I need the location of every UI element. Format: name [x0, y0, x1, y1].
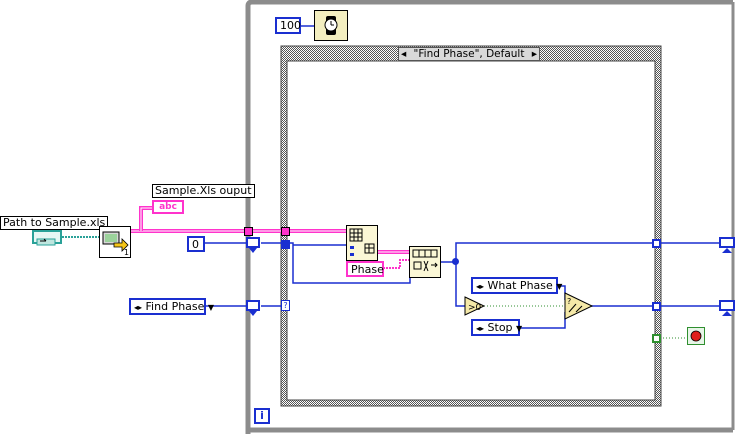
wristwatch-icon — [324, 16, 338, 35]
case-next-icon[interactable]: ▸ — [532, 48, 537, 60]
enum-arrows-icon: ◂▸ — [476, 324, 485, 333]
zero-constant[interactable]: 0 — [187, 236, 205, 252]
block-diagram-wires — [62, 0, 735, 434]
dropdown-arrow-icon[interactable]: ▼ — [556, 282, 562, 291]
down-arrow-icon — [249, 248, 257, 253]
wait-constant-value: 100 — [280, 19, 301, 32]
dropdown-arrow-icon[interactable]: ▼ — [516, 324, 522, 333]
case-selector-label: "Find Phase", Default — [413, 48, 525, 60]
case-structure-frame[interactable] — [280, 45, 662, 407]
select-node[interactable]: ? — [564, 292, 594, 320]
find-phase-enum[interactable]: ◂▸ Find Phase ▼ — [129, 298, 214, 315]
enum-arrows-icon: ◂▸ — [476, 282, 485, 291]
numeric-output-case-tunnel — [652, 239, 661, 248]
shift-register-right-enum[interactable] — [719, 300, 735, 316]
zero-constant-value: 0 — [192, 238, 199, 251]
down-arrow-icon — [249, 311, 257, 316]
search-array-icon — [412, 249, 438, 272]
case-selector[interactable]: ◂ "Find Phase", Default ▸ — [398, 47, 540, 61]
numeric-case-tunnel — [281, 240, 290, 249]
phase-string-constant[interactable]: Phase — [346, 261, 384, 277]
path-label: Path to Sample.xls — [0, 216, 109, 230]
stop-sign-icon — [690, 330, 702, 342]
select-icon: ? — [567, 297, 571, 306]
shift-register-right-numeric[interactable] — [719, 237, 735, 253]
read-vi-badge: 1 — [123, 248, 129, 257]
output-indicator[interactable]: abc — [152, 200, 184, 214]
what-phase-enum[interactable]: ◂▸ What Phase ▼ — [471, 277, 562, 294]
path-control-terminal[interactable] — [32, 230, 62, 246]
enum-output-case-tunnel — [652, 302, 661, 311]
shift-register-left-numeric[interactable] — [246, 237, 260, 253]
enum-arrows-icon: ◂▸ — [134, 303, 143, 312]
string-case-tunnel — [281, 227, 290, 236]
case-prev-icon[interactable]: ◂ — [401, 48, 406, 60]
wire-junction — [452, 258, 459, 265]
wait-wire — [301, 25, 315, 27]
up-arrow-icon — [722, 311, 732, 316]
selector-terminal-text: ? — [283, 301, 288, 310]
output-label: Sample.Xls ouput — [152, 184, 255, 198]
stop-condition-case-tunnel — [652, 334, 661, 343]
greater-than-zero-node[interactable]: >0 — [464, 296, 486, 316]
stop-enum-text: Stop — [487, 321, 513, 334]
read-spreadsheet-vi[interactable]: 1 — [99, 226, 131, 258]
search-array-node[interactable] — [409, 246, 441, 278]
stop-enum[interactable]: ◂▸ Stop ▼ — [471, 319, 522, 336]
find-phase-enum-text: Find Phase — [145, 300, 205, 313]
loop-iteration-terminal: i — [254, 408, 270, 424]
wait-ms-node[interactable] — [314, 10, 348, 41]
iteration-text: i — [260, 409, 264, 422]
index-array-node[interactable] — [346, 225, 378, 261]
case-selector-terminal[interactable]: ? — [281, 300, 290, 311]
index-array-icon — [349, 228, 375, 256]
path-icon — [36, 238, 56, 246]
string-loop-tunnel — [244, 227, 253, 236]
dropdown-arrow-icon[interactable]: ▼ — [208, 303, 214, 312]
loop-stop-terminal[interactable] — [687, 327, 705, 345]
output-indicator-text: abc — [159, 202, 177, 212]
what-phase-enum-text: What Phase — [487, 279, 553, 292]
phase-string-text: Phase — [351, 263, 384, 276]
wait-constant[interactable]: 100 — [275, 17, 301, 34]
output-label-text: Sample.Xls ouput — [155, 184, 252, 197]
up-arrow-icon — [722, 248, 732, 253]
shift-register-left-enum[interactable] — [246, 300, 260, 316]
greater-zero-icon: >0 — [468, 303, 482, 313]
path-label-text: Path to Sample.xls — [3, 216, 106, 229]
